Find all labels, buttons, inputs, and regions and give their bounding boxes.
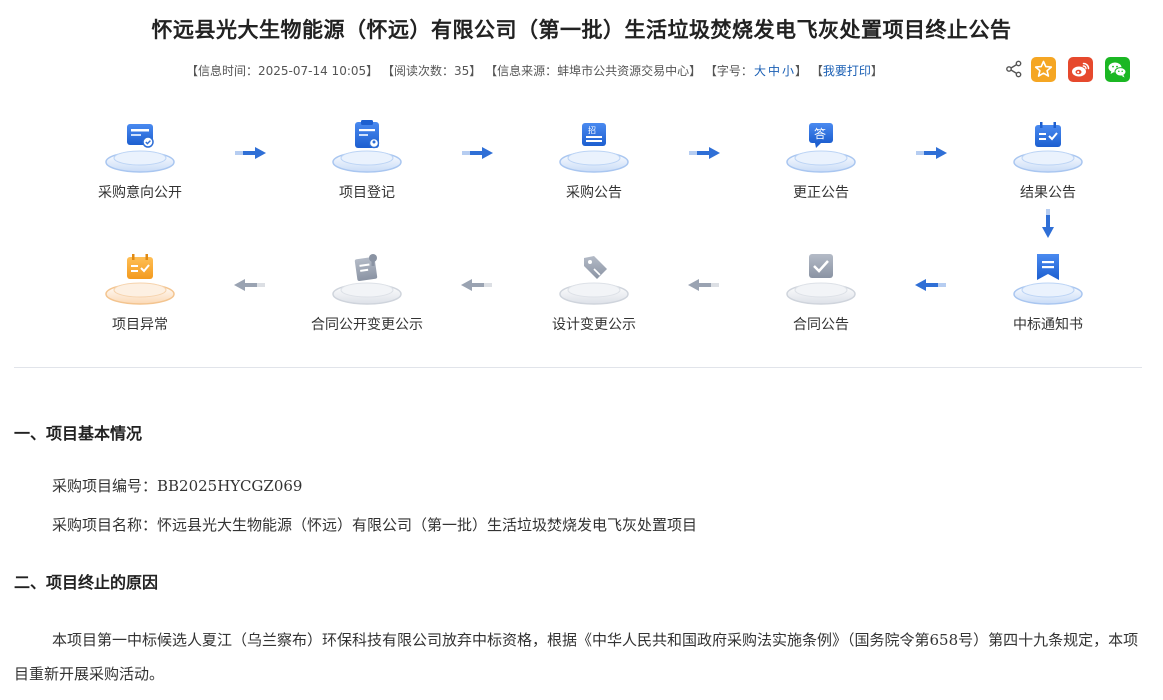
flow-arrow-right-icon — [916, 147, 947, 159]
registration-clipboard-icon — [332, 120, 402, 173]
flow-step-label: 结果公告 — [1020, 185, 1076, 201]
info-time: 【信息时间：2025-07-14 10:05】 — [186, 64, 379, 78]
print-link[interactable]: 我要打印 — [823, 64, 871, 78]
termination-reason-body: 本项目第一中标候选人夏江（乌兰察布）环保科技有限公司放弃中标资格，根据《中华人民… — [14, 631, 1139, 683]
badge-zhao: 招 — [588, 125, 596, 135]
flow-step-label: 合同公开变更公示 — [311, 317, 423, 333]
divider — [14, 367, 1142, 368]
share-icon[interactable] — [1005, 60, 1023, 78]
intent-document-icon — [105, 124, 175, 173]
font-large-link[interactable]: 大 — [754, 64, 766, 78]
page-title: 怀远县光大生物能源（怀远）有限公司（第一批）生活垃圾焚烧发电飞灰处置项目终止公告 — [151, 18, 1012, 42]
correction-answer-icon: 答 — [786, 123, 856, 173]
font-size-close: 】 — [794, 64, 807, 78]
project-name: 采购项目名称：怀远县光大生物能源（怀远）有限公司（第一批）生活垃圾焚烧发电飞灰处… — [52, 516, 698, 534]
flow-arrow-right-icon — [689, 147, 720, 159]
flow-arrow-left-icon — [461, 279, 492, 291]
award-bookmark-icon — [1013, 254, 1083, 305]
flow-arrow-left-icon — [688, 279, 719, 291]
print-open: 【 — [810, 64, 823, 78]
flow-step-correction-notice[interactable]: 答 更正公告 — [746, 118, 896, 202]
flow-step-intent-public[interactable]: 采购意向公开 — [65, 118, 215, 202]
flow-arrow-left-icon — [915, 279, 946, 291]
wechat-button[interactable] — [1105, 57, 1130, 82]
flow-step-label: 采购意向公开 — [98, 185, 182, 201]
flow-step-award-notice[interactable]: 中标通知书 — [973, 250, 1123, 334]
font-small-link[interactable]: 小 — [782, 64, 794, 78]
flow-step-label: 设计变更公示 — [552, 317, 636, 333]
flow-step-label: 项目异常 — [112, 317, 168, 333]
flow-arrow-right-icon — [462, 147, 493, 159]
badge-da: 答 — [814, 126, 826, 141]
favorite-button[interactable] — [1031, 57, 1056, 82]
contract-check-icon — [786, 254, 856, 305]
flow-step-design-change[interactable]: 设计变更公示 — [519, 250, 669, 334]
print-close: 】 — [870, 64, 883, 78]
info-source: 【信息来源：蚌埠市公共资源交易中心】 — [485, 64, 702, 78]
weibo-icon — [1072, 62, 1090, 77]
result-calendar-icon — [1013, 122, 1083, 173]
exception-calendar-icon — [105, 254, 175, 305]
flow-step-project-registration[interactable]: 项目登记 — [292, 118, 442, 202]
section-heading-termination-reason: 二、项目终止的原因 — [14, 573, 159, 592]
flow-arrow-down-icon — [1042, 209, 1054, 238]
star-icon — [1034, 60, 1053, 77]
flow-step-project-exception[interactable]: 项目异常 — [65, 250, 215, 334]
design-tag-icon — [559, 256, 629, 305]
flow-arrow-left-icon — [234, 279, 265, 291]
weibo-button[interactable] — [1068, 57, 1093, 82]
flow-step-contract-notice[interactable]: 合同公告 — [746, 250, 896, 334]
flow-step-contract-change[interactable]: 合同公开变更公示 — [292, 250, 442, 334]
flow-step-result-notice[interactable]: 结果公告 — [973, 118, 1123, 202]
read-count: 【阅读次数：35】 — [381, 64, 482, 78]
font-medium-link[interactable]: 中 — [768, 64, 780, 78]
flow-step-label: 采购公告 — [566, 185, 622, 201]
flow-arrow-right-icon — [235, 147, 266, 159]
flow-step-label: 合同公告 — [793, 317, 849, 333]
article-meta: 【信息时间：2025-07-14 10:05】 【阅读次数：35】 【信息来源：… — [186, 62, 883, 79]
wechat-icon — [1108, 62, 1127, 78]
flow-step-label: 中标通知书 — [1013, 317, 1083, 333]
font-size-label: 【字号： — [704, 64, 753, 78]
project-number: 采购项目编号：BB2025HYCGZ069 — [52, 477, 303, 495]
procurement-notice-icon: 招 — [559, 123, 629, 173]
flow-step-procurement-notice[interactable]: 招 采购公告 — [519, 118, 669, 202]
flow-step-label: 更正公告 — [793, 185, 849, 201]
section-heading-basic-info: 一、项目基本情况 — [14, 424, 143, 443]
flow-step-label: 项目登记 — [339, 185, 395, 201]
contract-change-stamp-icon — [332, 254, 402, 305]
